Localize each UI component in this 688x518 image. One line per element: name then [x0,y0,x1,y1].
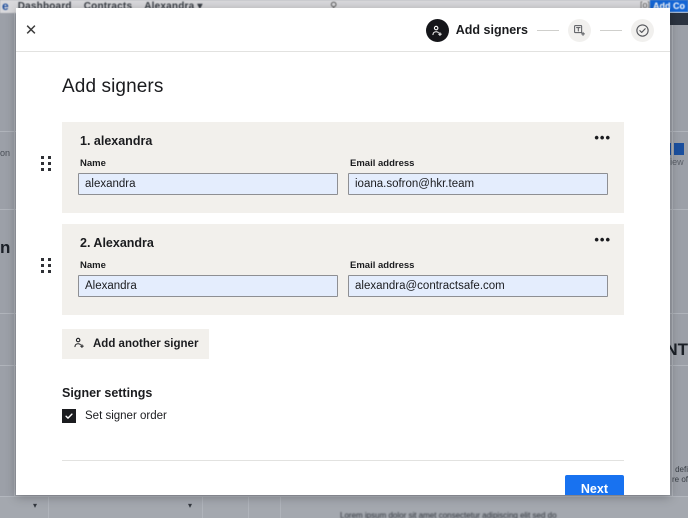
background-left-text: on [0,148,11,158]
email-input[interactable] [348,173,608,195]
name-label: Name [80,260,106,271]
set-signer-order-label: Set signer order [85,410,167,422]
add-another-signer-button[interactable]: Add another signer [62,329,210,359]
background-bottom-row: ▾ ▾ Lorem ipsum dolor sit amet consectet… [0,496,688,518]
signer-card-1: ••• 1. alexandra Name Email address [62,122,624,213]
name-field-group: Name [78,158,338,195]
name-input[interactable] [78,275,338,297]
next-button[interactable]: Next [564,475,624,495]
signer-row: ••• 2. Alexandra Name Email address [41,224,624,315]
modal-header: ✕ Add signers [16,8,670,52]
step-separator-1 [537,29,559,31]
modal-content: Add signers ••• 1. alexandra Name alexan… [16,52,670,495]
add-signers-modal: ✕ Add signers Add signers ••• 1. alexand… [16,8,670,495]
set-signer-order-checkbox[interactable] [62,409,76,423]
signer-row: ••• 1. alexandra Name Email address [41,122,624,213]
modal-body: Add signers ••• 1. alexandra Name alexan… [16,52,670,495]
wizard-stepper: Add signers [425,8,654,52]
step-review[interactable] [631,18,654,42]
background-caret-2: ▾ [188,501,193,510]
signer-card-2: ••• 2. Alexandra Name Email address [62,224,624,315]
step-add-fields[interactable] [568,18,591,42]
name-label: Name [80,158,106,169]
add-person-icon [73,336,86,352]
background-logo: e [2,0,9,13]
add-person-icon [425,18,449,42]
email-label: Email address [350,158,415,169]
email-input[interactable] [348,275,608,297]
add-another-signer-label: Add another signer [93,338,199,350]
email-field-group: Email address [348,158,608,195]
step-separator-2 [600,29,622,31]
page-title: Add signers [62,76,164,97]
signer-settings-title: Signer settings [62,386,153,400]
signer-fields: Name Email address [78,260,608,297]
set-signer-order-row[interactable]: Set signer order [62,409,624,423]
close-icon[interactable]: ✕ [16,15,46,45]
signer-options-menu[interactable]: ••• [594,131,611,144]
check-circle-icon [631,18,654,42]
name-input[interactable] [78,173,338,195]
step-add-signers[interactable]: Add signers [425,18,528,42]
signer-fields: Name Email address [78,158,608,195]
signer-heading: 2. Alexandra [80,236,154,250]
background-left-heading: n [0,238,11,257]
signer-heading: 1. alexandra [80,134,153,148]
add-text-field-icon [568,18,591,42]
email-field-group: Email address [348,260,608,297]
name-field-group: Name [78,260,338,297]
email-label: Email address [350,260,415,271]
step-add-signers-label: Add signers [455,23,528,37]
drag-handle[interactable] [41,258,51,273]
signer-options-menu[interactable]: ••• [594,233,611,246]
background-caret-1: ▾ [33,501,38,510]
background-bottom-text: Lorem ipsum dolor sit amet consectetur a… [340,511,557,518]
modal-footer: Next [62,461,624,495]
background-right-small-text: defi re of [671,465,688,484]
drag-handle[interactable] [41,156,51,171]
